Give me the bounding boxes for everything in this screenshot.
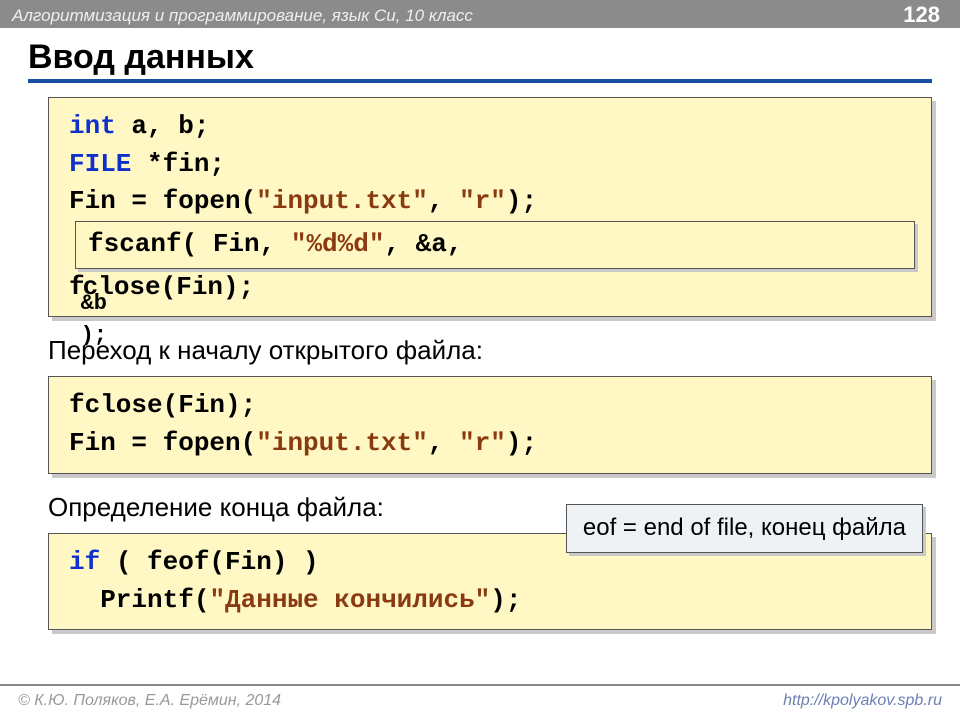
header-bar: Алгоритмизация и программирование, язык …: [0, 0, 960, 28]
course-label: Алгоритмизация и программирование, язык …: [12, 6, 473, 26]
footer-credit: © К.Ю. Поляков, Е.А. Ерёмин, 2014: [18, 692, 281, 710]
page-number: 128: [903, 2, 940, 28]
slide-content: Ввод данных int a, b; FILE *fin; Fin = f…: [0, 28, 960, 630]
footer-bar: © К.Ю. Поляков, Е.А. Ерёмин, 2014 http:/…: [0, 684, 960, 720]
code-block-3: eof = end of file, конец файла if ( feof…: [48, 533, 932, 630]
tooltip-eof: eof = end of file, конец файла: [566, 504, 923, 553]
page-title: Ввод данных: [28, 38, 932, 83]
highlight-box-fscanf: fscanf( Fin, "%d%d", &a,: [75, 221, 915, 269]
code-block-2: fclose(Fin); Fin = fopen("input.txt", "r…: [48, 376, 932, 473]
subheading-rewind: Переход к началу открытого файла:: [48, 335, 932, 366]
footer-link[interactable]: http://kpolyakov.spb.ru: [783, 692, 942, 710]
code-block-1: int a, b; FILE *fin; Fin = fopen("input.…: [48, 97, 932, 317]
